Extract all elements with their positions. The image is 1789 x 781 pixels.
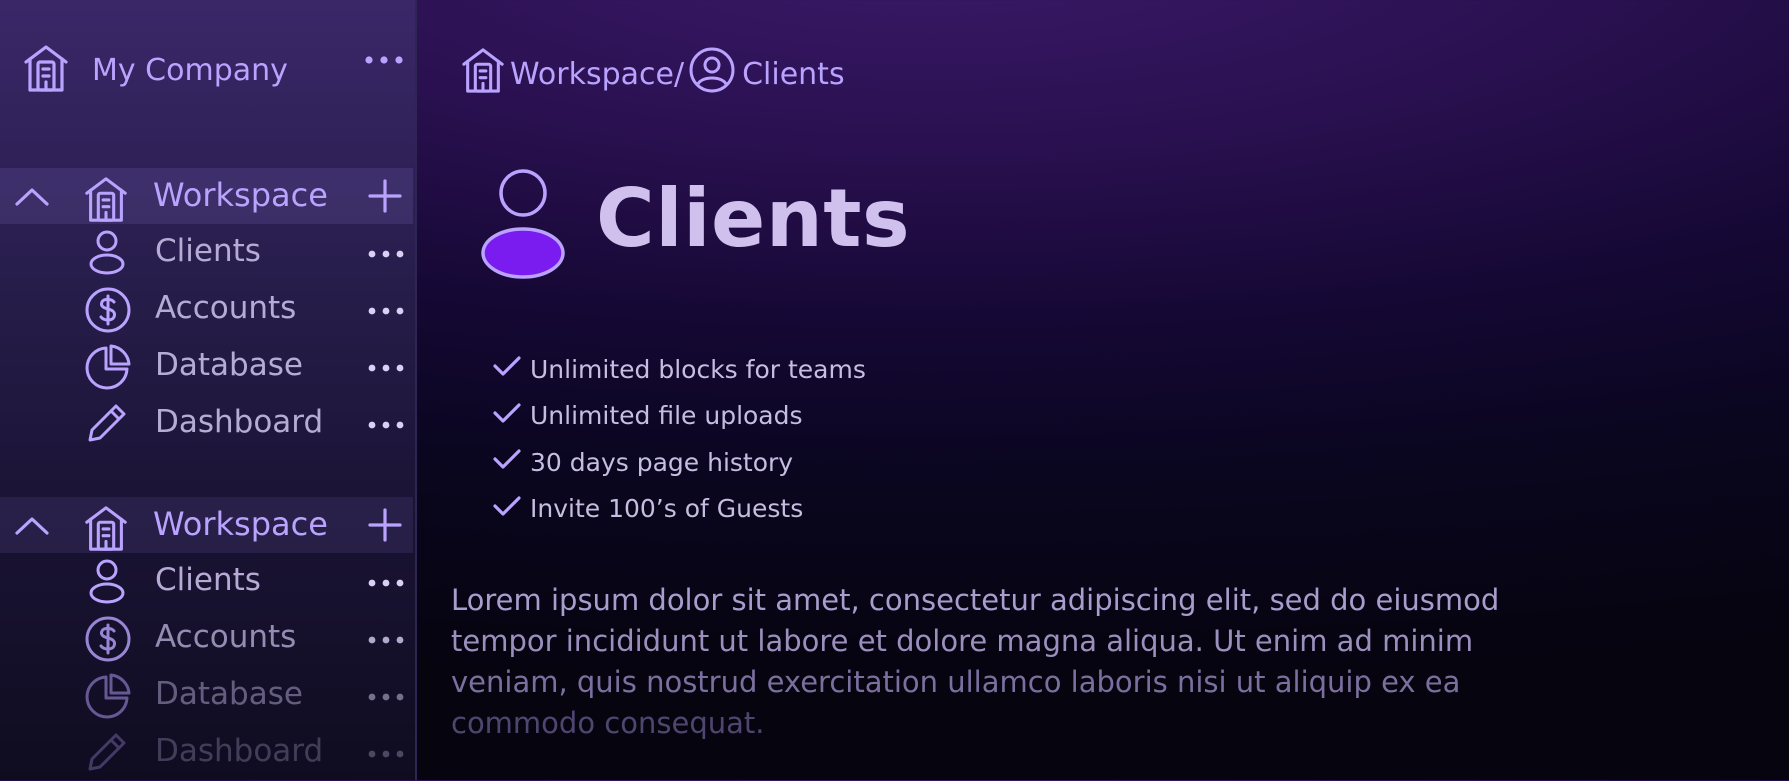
more-icon[interactable] bbox=[367, 244, 405, 263]
more-icon[interactable] bbox=[367, 630, 405, 649]
sidebar-item-label: Dashboard bbox=[155, 404, 324, 440]
feature-label: Unlimited blocks for teams bbox=[530, 354, 866, 384]
workspace-label: Workspace bbox=[153, 176, 328, 214]
workspace-section: Workspace Clients Accounts Database Dash… bbox=[0, 168, 413, 452]
building-icon bbox=[82, 174, 130, 228]
sidebar-item-dashboard[interactable]: Dashboard bbox=[0, 724, 413, 781]
sidebar-item-accounts[interactable]: Accounts bbox=[0, 610, 413, 667]
company-switcher[interactable]: My Company bbox=[22, 42, 404, 98]
check-icon bbox=[492, 401, 522, 431]
workspace-section: Workspace Clients Accounts Database Dash… bbox=[0, 497, 413, 781]
avatar-icon bbox=[476, 165, 570, 285]
plus-icon[interactable] bbox=[367, 178, 403, 218]
breadcrumb-workspace-link[interactable]: Workspace/ bbox=[510, 57, 684, 92]
page-title: Clients bbox=[596, 172, 911, 265]
sidebar-item-database[interactable]: Database bbox=[0, 667, 413, 724]
more-icon[interactable] bbox=[367, 573, 405, 592]
feature-label: Unlimited file uploads bbox=[530, 401, 803, 431]
feature-item: 30 days page history bbox=[492, 439, 866, 486]
sidebar-item-label: Clients bbox=[155, 562, 261, 598]
feature-item: Invite 100’s of Guests bbox=[492, 486, 866, 533]
check-icon bbox=[492, 447, 522, 477]
building-icon bbox=[22, 42, 70, 98]
user-icon bbox=[84, 229, 130, 279]
sidebar-item-database[interactable]: Database bbox=[0, 338, 413, 395]
feature-list: Unlimited blocks for teams Unlimited fil… bbox=[492, 346, 866, 532]
workspace-header[interactable]: Workspace bbox=[0, 497, 413, 553]
sidebar: My Company Workspace Clients Accounts Da… bbox=[0, 0, 417, 780]
chevron-up-icon[interactable] bbox=[14, 182, 50, 214]
workspace-label: Workspace bbox=[153, 505, 328, 543]
plus-icon[interactable] bbox=[367, 507, 403, 547]
dollar-icon bbox=[84, 286, 132, 338]
sidebar-item-accounts[interactable]: Accounts bbox=[0, 281, 413, 338]
check-icon bbox=[492, 354, 522, 384]
feature-item: Unlimited blocks for teams bbox=[492, 346, 866, 393]
dollar-icon bbox=[84, 615, 132, 667]
building-icon bbox=[82, 503, 130, 557]
more-icon[interactable] bbox=[364, 50, 404, 69]
description-line: veniam, quis nostrud exercitation ullamc… bbox=[451, 665, 1461, 699]
description-line: Lorem ipsum dolor sit amet, consectetur … bbox=[451, 583, 1500, 617]
chevron-up-icon[interactable] bbox=[14, 511, 50, 543]
company-name: My Company bbox=[92, 52, 288, 88]
sidebar-item-label: Database bbox=[155, 347, 303, 383]
workspace-header[interactable]: Workspace bbox=[0, 168, 413, 224]
feature-label: Invite 100’s of Guests bbox=[530, 494, 804, 524]
sidebar-item-dashboard[interactable]: Dashboard bbox=[0, 395, 413, 452]
sidebar-item-label: Database bbox=[155, 676, 303, 712]
sidebar-item-label: Clients bbox=[155, 233, 261, 269]
description-line: commodo consequat. bbox=[451, 706, 765, 740]
breadcrumb-current: Clients bbox=[742, 56, 845, 92]
more-icon[interactable] bbox=[367, 415, 405, 434]
sidebar-item-clients[interactable]: Clients bbox=[0, 224, 413, 281]
more-icon[interactable] bbox=[367, 301, 405, 320]
pie-chart-icon bbox=[84, 343, 132, 395]
description-text: Lorem ipsum dolor sit amet, consectetur … bbox=[451, 580, 1571, 744]
user-icon bbox=[84, 558, 130, 608]
building-icon bbox=[460, 45, 506, 103]
more-icon[interactable] bbox=[367, 744, 405, 763]
feature-label: 30 days page history bbox=[530, 447, 794, 477]
more-icon[interactable] bbox=[367, 687, 405, 706]
sidebar-item-label: Dashboard bbox=[155, 733, 324, 769]
description-line: tempor incididunt ut labore et dolore ma… bbox=[451, 624, 1474, 658]
pencil-icon bbox=[84, 729, 130, 779]
more-icon[interactable] bbox=[367, 358, 405, 377]
pie-chart-icon bbox=[84, 672, 132, 724]
sidebar-item-clients[interactable]: Clients bbox=[0, 553, 413, 610]
check-icon bbox=[492, 494, 522, 524]
sidebar-item-label: Accounts bbox=[155, 619, 297, 655]
pencil-icon bbox=[84, 400, 130, 450]
user-circle-icon bbox=[688, 46, 736, 102]
sidebar-item-label: Accounts bbox=[155, 290, 297, 326]
breadcrumb: Workspace/ Clients bbox=[460, 44, 845, 104]
feature-item: Unlimited file uploads bbox=[492, 393, 866, 440]
